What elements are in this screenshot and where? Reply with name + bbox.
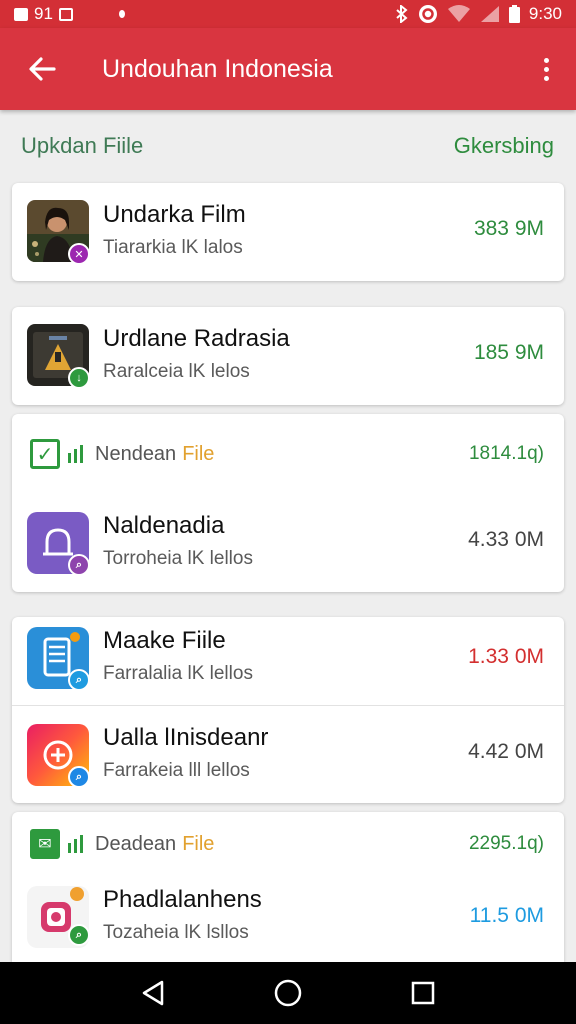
list-item[interactable]: ✕ Undarka Film Tiararkia lK lalos 383 9M	[12, 183, 564, 281]
image-icon	[58, 7, 73, 21]
home-circle-icon[interactable]	[258, 963, 318, 1023]
file-card: ✕ Undarka Film Tiararkia lK lalos 383 9M	[12, 183, 564, 281]
status-badge: ⌕	[68, 766, 90, 788]
checkbox-checked-icon[interactable]: ✓	[30, 439, 60, 469]
recents-square-icon[interactable]	[393, 963, 453, 1023]
group-file-label: File	[182, 442, 215, 465]
sync-icon	[418, 5, 437, 23]
group-header[interactable]: ✉ Deadean File 2295.1q)	[12, 812, 564, 876]
status-badge: ↓	[68, 367, 90, 389]
item-size: 11.5 0M	[469, 904, 544, 927]
group-file-label: File	[182, 832, 215, 855]
signal-icon	[480, 6, 499, 22]
item-size: 185 9M	[473, 341, 544, 364]
group-header[interactable]: ✓ Nendean File 1814.1q)	[12, 414, 564, 494]
status-badge: ⌕	[68, 554, 90, 576]
section-action-button[interactable]: Gkersbing	[454, 133, 554, 159]
group-size: 1814.1q)	[468, 443, 544, 464]
status-left-text: 91	[34, 4, 53, 23]
item-name: Urdlane Radrasia	[103, 325, 290, 352]
list-item[interactable]: ⌕ Naldenadia Torroheia lK lellos 4.33 0M	[12, 494, 564, 592]
file-card: ✓ Nendean File 1814.1q) ⌕ Naldenadia Tor…	[12, 414, 564, 592]
item-subtitle: Raralceia lK lelos	[103, 361, 250, 382]
item-subtitle: Farralalia lK lellos	[103, 663, 253, 684]
notification-dot-icon	[118, 10, 125, 18]
file-card: ✉ Deadean File 2295.1q) ⌕ Phadlalanhens …	[12, 812, 564, 962]
item-subtitle: Farrakeia lll lellos	[103, 760, 250, 781]
item-subtitle: Tozaheia lK lsllos	[103, 922, 249, 943]
arrow-left-icon	[29, 57, 56, 81]
item-name: Phadlalanhens	[103, 886, 262, 913]
signal-bars-icon	[68, 835, 83, 853]
item-name: Undarka Film	[103, 201, 246, 228]
item-name: Naldenadia	[103, 512, 225, 539]
system-nav-bar	[0, 962, 576, 1024]
group-size: 2295.1q)	[468, 833, 544, 854]
item-size: 1.33 0M	[468, 645, 544, 668]
item-name: Maake Fiile	[103, 627, 226, 654]
group-label: Deadean	[95, 832, 177, 855]
item-subtitle: Torroheia lK lellos	[103, 548, 253, 569]
page-title: Undouhan Indonesia	[102, 54, 333, 83]
more-vert-icon[interactable]	[516, 28, 576, 110]
status-badge: ⌕	[68, 669, 90, 691]
bluetooth-icon	[396, 5, 408, 23]
wifi-icon	[447, 5, 470, 22]
battery-icon	[508, 5, 520, 23]
list-item[interactable]: ⌕ Ualla lInisdeanr Farrakeia lll lellos …	[12, 705, 564, 803]
item-size: 383 9M	[473, 217, 544, 240]
item-name: Ualla lInisdeanr	[103, 724, 269, 751]
status-bar: 91 9:30	[0, 0, 576, 28]
list-item[interactable]: ↓ Urdlane Radrasia Raralceia lK lelos 18…	[12, 307, 564, 405]
status-badge: ✕	[68, 243, 90, 265]
file-card: ↓ Urdlane Radrasia Raralceia lK lelos 18…	[12, 307, 564, 405]
item-subtitle: Tiararkia lK lalos	[103, 237, 243, 258]
list-item[interactable]: ⌕ Phadlalanhens Tozaheia lK lsllos 11.5 …	[12, 876, 564, 962]
section-label: Upkdan Fiile	[21, 133, 144, 158]
image-icon	[14, 7, 28, 21]
download-icon: ✉	[30, 829, 60, 859]
list-item[interactable]: ⌕ Maake Fiile Farralalia lK lellos 1.33 …	[12, 617, 564, 705]
status-time: 9:30	[528, 4, 562, 23]
item-size: 4.33 0M	[468, 528, 544, 551]
item-size: 4.42 0M	[468, 740, 544, 763]
back-triangle-icon[interactable]	[123, 963, 183, 1023]
section-header: Upkdan Fiile Gkersbing	[0, 126, 576, 166]
group-label: Nendean	[95, 442, 177, 465]
file-card: ⌕ Maake Fiile Farralalia lK lellos 1.33 …	[12, 617, 564, 803]
app-bar: Undouhan Indonesia	[0, 28, 576, 110]
back-button[interactable]	[0, 28, 84, 110]
signal-bars-icon	[68, 445, 83, 463]
status-badge: ⌕	[68, 924, 90, 946]
